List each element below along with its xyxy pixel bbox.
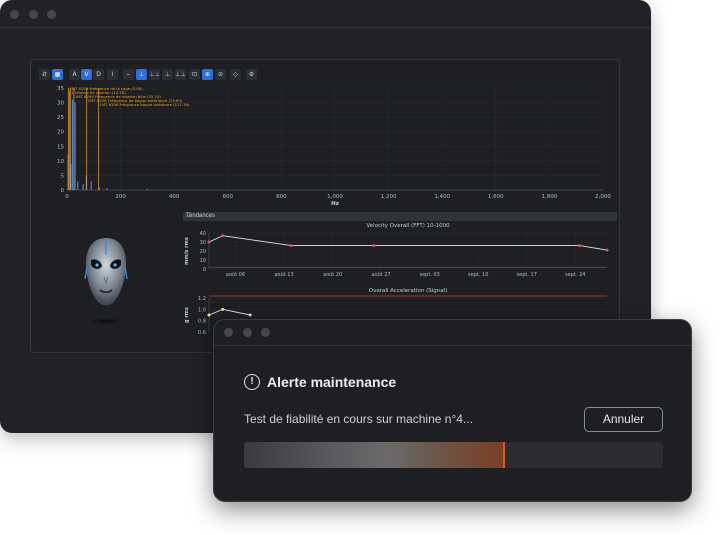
spectrum-bar (98, 187, 100, 190)
spectrum-y-tick-label: 0 (61, 188, 65, 194)
alert-circle-icon: ! (244, 374, 260, 390)
trend-y-axis-label: g rms (184, 307, 190, 323)
spectrum-x-tick-label: 400 (169, 194, 180, 200)
spectrum-x-tick-label: 1,800 (542, 194, 558, 200)
spectrum-y-tick-label: 15 (57, 144, 64, 150)
trend-data-point (221, 234, 225, 238)
spectrum-x-axis-label: Hz (331, 201, 339, 207)
spectrum-marker-label: 1MT 6206 Fréquence bague intérieure (117… (99, 102, 190, 107)
trend-data-point (207, 313, 211, 317)
spectrum-bar (82, 184, 84, 190)
alert-heading: ! Alerte maintenance (244, 373, 396, 391)
alert-title: Alerte maintenance (267, 374, 397, 390)
spectrum-y-tick-label: 25 (57, 115, 64, 121)
dialog-minimize-dot[interactable] (243, 328, 252, 337)
spectrum-bar (71, 99, 73, 190)
spectrum-x-tick-label: 2,000 (595, 194, 611, 200)
trend-x-tick-label: sept. 24 (565, 272, 585, 278)
spectrum-chart[interactable]: 0 5 10 15 20 25 30 35 0 200 400 600 800 1,000 1,200 1,4… (31, 60, 620, 210)
spectrum-x-tick-label: 800 (276, 194, 287, 200)
trend-y-tick-label: 0.8 (198, 319, 206, 325)
trend-y-tick-label: 30 (200, 240, 206, 246)
spectrum-x-tick-label: 1,600 (488, 194, 504, 200)
trend-y-tick-label: 1.2 (198, 296, 206, 302)
trend-data-point (221, 307, 225, 311)
trends-header: Tendances ⛶ (183, 212, 617, 221)
spectrum-x-tick-label: 1,000 (327, 194, 343, 200)
trend-y-axis-label: mm/s rms (184, 237, 190, 265)
trend-x-tick-label: août 06 (226, 271, 245, 278)
window-maximize-dot[interactable] (47, 10, 56, 19)
trend-y-tick-label: 0.6 (198, 330, 206, 336)
progress-fill (244, 442, 504, 468)
dialog-titlebar (214, 320, 691, 346)
expand-icon[interactable]: ⛶ (186, 212, 193, 219)
progress-bar (244, 442, 663, 468)
spectrum-y-tick-label: 20 (57, 130, 64, 136)
trend-y-tick-label: 40 (200, 231, 206, 237)
trend-x-tick-label: août 20 (323, 271, 342, 278)
spectrum-y-tick-label: 30 (57, 101, 64, 107)
spectrum-bar (74, 102, 76, 190)
spectrum-bar (106, 188, 108, 190)
trend-y-tick-label: 20 (200, 249, 206, 255)
trend-x-tick-label: août 27 (372, 271, 391, 278)
dialog-maximize-dot[interactable] (261, 328, 270, 337)
trend-chart-title: Overall Acceleration (Signal) (369, 288, 448, 294)
trend-data-point (289, 244, 293, 248)
spectrum-x-tick-label: 1,400 (434, 194, 450, 200)
progress-indicator (502, 442, 505, 468)
velocity-trend-chart[interactable]: Velocity Overall (FFT) 10-1000 mm/s rms 0 1… (179, 221, 619, 287)
trend-x-tick-label: sept. 10 (468, 272, 488, 278)
window-titlebar (0, 0, 651, 28)
spectrum-x-tick-label: 600 (223, 194, 234, 200)
trend-y-tick-label: 10 (200, 258, 206, 264)
spectrum-y-tick-label: 35 (57, 86, 64, 92)
status-message: Test de fiabilité en cours sur machine n… (244, 412, 473, 426)
trend-x-tick-label: sept. 03 (420, 272, 440, 278)
trend-data-point (578, 244, 582, 248)
spectrum-x-tick-label: 0 (65, 194, 69, 200)
analysis-panel: ⇵ ▦ A V D I ⎯ ⊥ ⊥⊥ ⊥ ⊥⊥ ⊡ ⊕ ⊘ ◇ ⚙ 0 5 10 15 20 25 30 35 0 200 400… (30, 59, 620, 353)
trend-series-line (208, 235, 608, 251)
trend-x-tick-label: sept. 17 (517, 272, 537, 278)
spectrum-bar (77, 181, 79, 190)
trend-y-tick-label: 1.0 (198, 307, 206, 313)
trend-y-tick-label: 0 (203, 267, 206, 273)
window-minimize-dot[interactable] (29, 10, 38, 19)
trend-data-point (207, 240, 211, 244)
window-close-dot[interactable] (10, 10, 19, 19)
trend-data-point (372, 244, 376, 248)
trend-data-point (605, 248, 609, 252)
maintenance-alert-dialog: ! Alerte maintenance Test de fiabilité e… (213, 319, 692, 502)
spectrum-y-tick-label: 10 (57, 159, 64, 165)
trend-x-tick-label: août 13 (274, 271, 293, 278)
dialog-close-dot[interactable] (224, 328, 233, 337)
trend-data-point (248, 313, 252, 317)
trend-series-line (208, 308, 251, 316)
spectrum-bar (90, 181, 92, 190)
spectrum-y-tick-label: 5 (61, 173, 65, 179)
spectrum-bar (146, 188, 148, 190)
spectrum-x-tick-label: 1,200 (381, 194, 397, 200)
cancel-button[interactable]: Annuler (584, 407, 663, 432)
robot-head-illustration (84, 238, 128, 324)
spectrum-x-tick-label: 200 (115, 194, 126, 200)
trend-chart-title: Velocity Overall (FFT) 10-1000 (366, 223, 450, 229)
